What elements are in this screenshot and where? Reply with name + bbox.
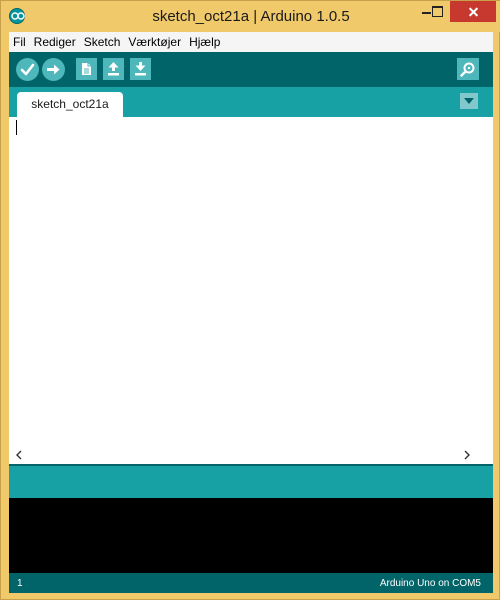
close-button[interactable] — [450, 1, 496, 22]
status-bar: 1 Arduino Uno on COM5 — [9, 573, 493, 593]
upload-button[interactable] — [42, 58, 65, 81]
scroll-right-icon[interactable] — [463, 450, 471, 460]
verify-icon — [20, 63, 35, 76]
tab-menu-dropdown-icon[interactable] — [460, 93, 478, 109]
tab-bar: sketch_oct21a — [9, 87, 493, 117]
message-area — [9, 466, 493, 498]
open-button[interactable] — [103, 58, 124, 80]
title-bar[interactable]: sketch_oct21a | Arduino 1.0.5 — [1, 1, 500, 32]
verify-button[interactable] — [16, 58, 39, 81]
tab-sketch[interactable]: sketch_oct21a — [17, 92, 123, 117]
menu-rediger[interactable]: Rediger — [30, 32, 80, 52]
code-editor[interactable] — [9, 117, 493, 447]
serial-monitor-icon — [460, 62, 475, 77]
horizontal-scrollbar[interactable] — [9, 447, 493, 464]
line-number: 1 — [17, 578, 23, 589]
menu-sketch[interactable]: Sketch — [80, 32, 125, 52]
maximize-button[interactable] — [424, 1, 450, 22]
console-output[interactable] — [9, 498, 493, 573]
new-button[interactable] — [76, 58, 97, 80]
menu-bar: Fil Rediger Sketch Værktøjer Hjælp — [9, 32, 493, 52]
arduino-window: sketch_oct21a | Arduino 1.0.5 Fil Redige… — [0, 0, 500, 600]
scroll-left-icon[interactable] — [15, 450, 23, 460]
save-button[interactable] — [130, 58, 151, 80]
menu-fil[interactable]: Fil — [9, 32, 30, 52]
upload-icon — [47, 64, 60, 75]
text-caret — [16, 120, 17, 135]
new-icon — [82, 63, 91, 75]
serial-monitor-button[interactable] — [457, 58, 479, 80]
save-icon — [135, 62, 146, 76]
menu-hjaelp[interactable]: Hjælp — [185, 32, 224, 52]
board-port-label: Arduino Uno on COM5 — [379, 578, 481, 589]
open-icon — [108, 62, 119, 76]
toolbar — [9, 52, 493, 87]
menu-vaerktojer[interactable]: Værktøjer — [124, 32, 185, 52]
